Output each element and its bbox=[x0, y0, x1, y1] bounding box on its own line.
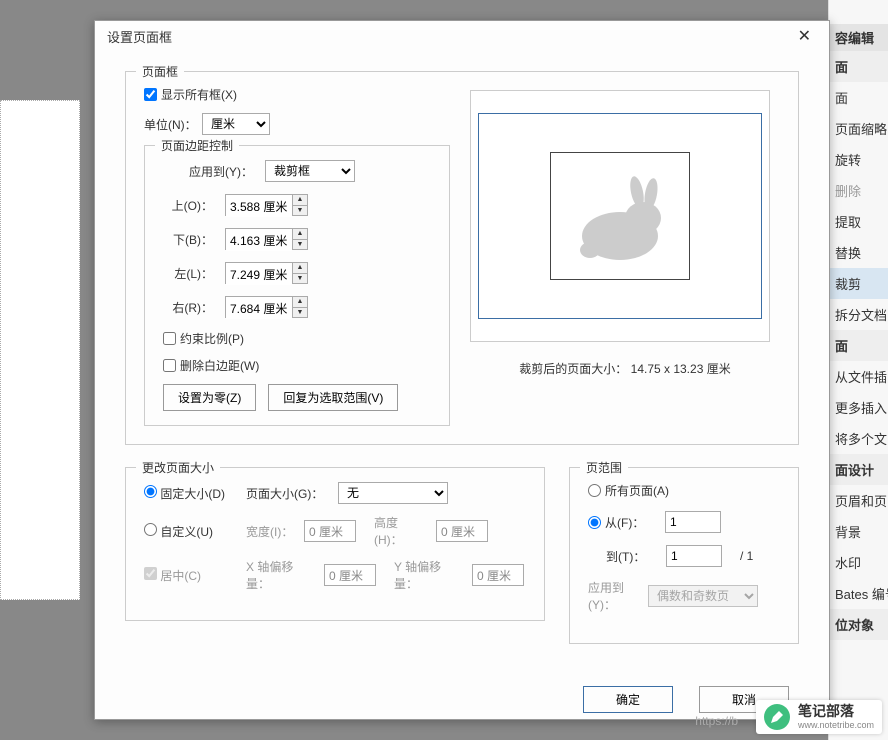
page-size-label: 页面大小(G)： bbox=[246, 485, 328, 502]
watermark-name: 笔记部落 bbox=[798, 704, 874, 719]
from-input[interactable] bbox=[665, 511, 721, 533]
right-spin-down[interactable]: ▼ bbox=[293, 308, 307, 318]
right-label: 右(R)： bbox=[163, 299, 213, 316]
ok-button[interactable]: 确定 bbox=[583, 686, 673, 713]
height-input bbox=[436, 520, 488, 542]
remove-white-checkbox[interactable] bbox=[163, 359, 176, 372]
set-page-box-dialog: 设置页面框 ✕ 页面框 显示所有框(X) 单位(N)： 厘米 bbox=[94, 20, 830, 720]
page-box-group: 页面框 显示所有框(X) 单位(N)： 厘米 页面边距控制 bbox=[125, 71, 799, 445]
revert-button[interactable]: 回复为选取范围(V) bbox=[268, 384, 398, 411]
left-input[interactable] bbox=[226, 263, 292, 285]
right-input[interactable] bbox=[226, 297, 292, 319]
watermark-url: https://b bbox=[695, 714, 738, 728]
constrain-checkbox[interactable] bbox=[163, 332, 176, 345]
top-spin-up[interactable]: ▲ bbox=[293, 195, 307, 206]
yoffset-label: Y 轴偏移量： bbox=[394, 558, 462, 592]
change-page-size-group: 更改页面大小 固定大小(D) 页面大小(G)： 无 自定义(U) bbox=[125, 467, 545, 621]
sidebar-subheader2: 面 bbox=[829, 330, 888, 361]
constrain-label: 约束比例(P) bbox=[180, 330, 244, 347]
page-range-group: 页范围 所有页面(A) 从(F)： 到(T)： / 1 应用到(Y)： bbox=[569, 467, 799, 644]
sidebar-item-replace[interactable]: 替换 bbox=[829, 237, 888, 268]
from-label: 从(F)： bbox=[605, 514, 651, 531]
sidebar-item-background[interactable]: 背景 bbox=[829, 516, 888, 547]
preview-caption: 裁剪后的页面大小： 14.75 x 13.23 厘米 bbox=[470, 360, 780, 377]
fixed-size-radio[interactable] bbox=[144, 485, 157, 498]
sidebar-item-crop[interactable]: 裁剪 bbox=[829, 268, 888, 299]
preview-page bbox=[550, 152, 690, 280]
sidebar-item-rotate[interactable]: 旋转 bbox=[829, 144, 888, 175]
fixed-size-label: 固定大小(D) bbox=[160, 487, 225, 501]
yoffset-input bbox=[472, 564, 524, 586]
top-input[interactable] bbox=[226, 195, 292, 217]
watermark-badge: 笔记部落 www.notetribe.com bbox=[756, 700, 882, 734]
sidebar-item-headerfooter[interactable]: 页眉和页 bbox=[829, 485, 888, 516]
margin-legend: 页面边距控制 bbox=[155, 137, 239, 154]
center-label: 居中(C) bbox=[160, 569, 201, 583]
all-pages-radio[interactable] bbox=[588, 484, 601, 497]
bottom-label: 下(B)： bbox=[163, 231, 213, 248]
sidebar-header: 容编辑 bbox=[829, 24, 888, 51]
dialog-title: 设置页面框 bbox=[107, 27, 172, 46]
apply-to-select[interactable]: 裁剪框 bbox=[265, 160, 355, 182]
top-spin-down[interactable]: ▼ bbox=[293, 206, 307, 216]
preview-box bbox=[470, 90, 770, 342]
sidebar-item-split[interactable]: 拆分文档 bbox=[829, 299, 888, 330]
sidebar-item-watermark[interactable]: 水印 bbox=[829, 547, 888, 578]
height-label: 高度(H)： bbox=[374, 514, 426, 548]
custom-size-label: 自定义(U) bbox=[160, 525, 213, 539]
left-label: 左(L)： bbox=[163, 265, 213, 282]
preview-crop-outline bbox=[478, 113, 762, 319]
show-all-boxes-label: 显示所有框(X) bbox=[161, 86, 237, 103]
sidebar-item-multi[interactable]: 将多个文 bbox=[829, 423, 888, 454]
sidebar-subheader4: 位对象 bbox=[829, 609, 888, 640]
page-range-legend: 页范围 bbox=[580, 459, 628, 476]
sidebar-item-page[interactable]: 面 bbox=[829, 82, 888, 113]
left-spin-up[interactable]: ▲ bbox=[293, 263, 307, 274]
total-pages: / 1 bbox=[740, 549, 753, 563]
sidebar-item-extract[interactable]: 提取 bbox=[829, 206, 888, 237]
right-spin-up[interactable]: ▲ bbox=[293, 297, 307, 308]
right-sidebar: 容编辑 面 面 页面缩略 旋转 删除 提取 替换 裁剪 拆分文档 面 从文件插 … bbox=[828, 0, 888, 740]
custom-size-radio[interactable] bbox=[144, 523, 157, 536]
width-input bbox=[304, 520, 356, 542]
to-label: 到(T)： bbox=[606, 548, 652, 565]
show-all-boxes-checkbox[interactable] bbox=[144, 88, 157, 101]
center-checkbox bbox=[144, 567, 157, 580]
from-radio[interactable] bbox=[588, 516, 601, 529]
xoffset-input bbox=[324, 564, 376, 586]
sidebar-subheader3: 面设计 bbox=[829, 454, 888, 485]
bottom-spin-up[interactable]: ▲ bbox=[293, 229, 307, 240]
sidebar-item-more-insert[interactable]: 更多插入 bbox=[829, 392, 888, 423]
page-box-legend: 页面框 bbox=[136, 63, 184, 80]
sidebar-subheader: 面 bbox=[829, 51, 888, 82]
bottom-input[interactable] bbox=[226, 229, 292, 251]
to-input[interactable] bbox=[666, 545, 722, 567]
unit-select[interactable]: 厘米 bbox=[202, 113, 270, 135]
top-label: 上(O)： bbox=[163, 197, 213, 214]
watermark-sub: www.notetribe.com bbox=[798, 720, 874, 730]
bottom-spin-down[interactable]: ▼ bbox=[293, 240, 307, 250]
dialog-titlebar: 设置页面框 ✕ bbox=[95, 21, 829, 51]
margin-control-group: 页面边距控制 应用到(Y)： 裁剪框 上(O)： ▲▼ bbox=[144, 145, 450, 426]
range-apply-to-select: 偶数和奇数页 bbox=[648, 585, 758, 607]
apply-to-label: 应用到(Y)： bbox=[189, 163, 253, 180]
page-size-select[interactable]: 无 bbox=[338, 482, 448, 504]
close-button[interactable]: ✕ bbox=[790, 24, 819, 48]
xoffset-label: X 轴偏移量： bbox=[246, 558, 314, 592]
change-size-legend: 更改页面大小 bbox=[136, 459, 220, 476]
left-spin-down[interactable]: ▼ bbox=[293, 274, 307, 284]
pencil-icon bbox=[764, 704, 790, 730]
sidebar-item-bates[interactable]: Bates 编号 bbox=[829, 578, 888, 609]
unit-label: 单位(N)： bbox=[144, 116, 202, 133]
sidebar-item-thumbs[interactable]: 页面缩略 bbox=[829, 113, 888, 144]
remove-white-label: 删除白边距(W) bbox=[180, 357, 259, 374]
bunny-image bbox=[565, 166, 675, 266]
sidebar-item-delete[interactable]: 删除 bbox=[829, 175, 888, 206]
sidebar-item-insert-file[interactable]: 从文件插 bbox=[829, 361, 888, 392]
width-label: 宽度(I)： bbox=[246, 523, 294, 540]
range-apply-to-label: 应用到(Y)： bbox=[588, 579, 648, 613]
all-pages-label: 所有页面(A) bbox=[605, 482, 669, 499]
set-zero-button[interactable]: 设置为零(Z) bbox=[163, 384, 256, 411]
